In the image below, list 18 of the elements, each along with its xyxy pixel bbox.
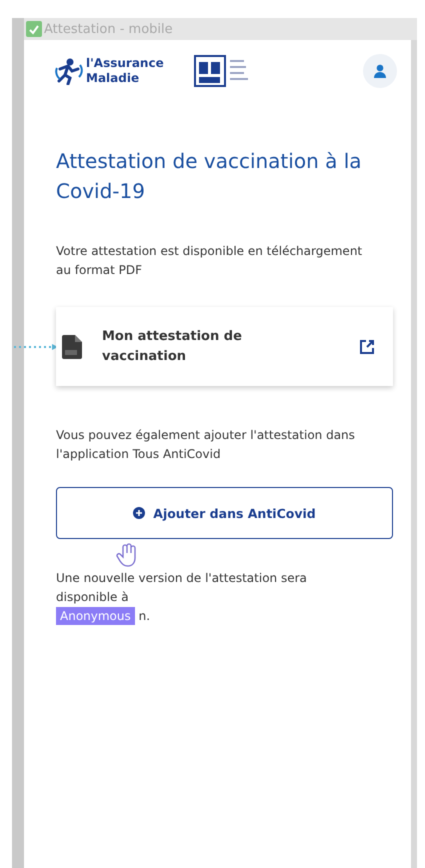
runner-logo-icon <box>54 57 84 85</box>
page-heading: Attestation de vaccination à la Covid-19 <box>56 148 363 205</box>
hand-cursor-icon <box>116 543 138 568</box>
window-title: Attestation - mobile <box>44 22 173 36</box>
prototype-link-line <box>14 344 58 350</box>
external-link-icon <box>359 338 375 355</box>
account-button[interactable] <box>363 54 397 88</box>
footer-text-end: n. <box>138 608 150 623</box>
document-card[interactable]: Mon attestation de vaccination <box>56 307 393 386</box>
intro-text: Votre attestation est disponible en téléchargement au format PDF <box>56 243 363 279</box>
brand-logo-text: l'Assurance Maladie <box>86 56 165 86</box>
add-anticovid-button[interactable]: Ajouter dans AntiCovid <box>56 487 393 540</box>
pdf-file-icon <box>62 334 82 359</box>
plus-circle-icon <box>133 507 146 520</box>
person-icon <box>373 64 387 78</box>
frame-icon <box>26 21 42 37</box>
anticovid-text: Vous pouvez également ajouter l'attestation dans l'application Tous AntiCovid <box>56 427 356 463</box>
user-cursor-label: Anonymous <box>56 606 135 625</box>
